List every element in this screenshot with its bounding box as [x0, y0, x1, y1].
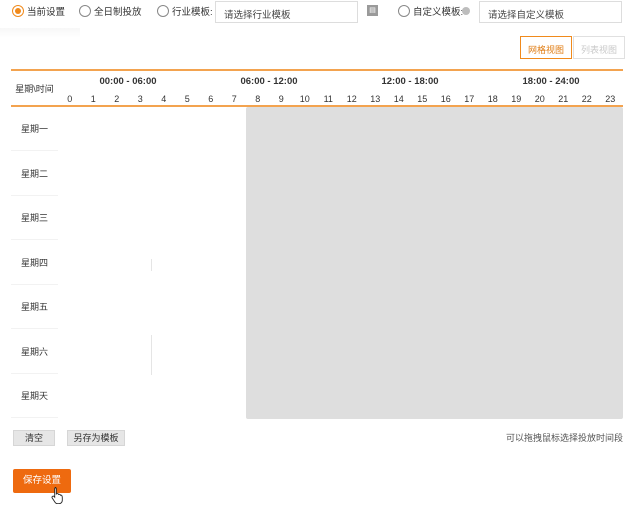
schedule-header: 星期\时间 00:00 - 06:00 06:00 - 12:00 12:00 …	[11, 69, 623, 107]
hour-label: 23	[605, 94, 616, 104]
weekday-label: 星期三	[11, 196, 58, 240]
weekday-label: 星期二	[11, 152, 58, 196]
time-range-label: 06:00 - 12:00	[240, 76, 298, 87]
custom-template-info-icon	[462, 7, 470, 15]
radio-label: 自定义模板:	[413, 7, 464, 18]
hour-label: 7	[231, 94, 237, 104]
hour-label: 14	[393, 94, 404, 104]
hour-label: 10	[299, 94, 310, 104]
clear-button[interactable]: 清空	[13, 430, 55, 446]
hour-label: 2	[114, 94, 120, 104]
decorative-strip	[0, 28, 80, 38]
hour-label: 1	[90, 94, 96, 104]
radio-custom-template[interactable]: 自定义模板:	[398, 4, 463, 18]
hour-label: 8	[255, 94, 261, 104]
hour-label: 6	[208, 94, 214, 104]
drag-hint-text: 可以拖拽鼠标选择投放时间段	[505, 433, 623, 443]
grid-divider	[151, 259, 152, 271]
hour-label: 12	[346, 94, 357, 104]
hour-label: 13	[370, 94, 381, 104]
radio-dot	[12, 5, 24, 17]
list-view-button[interactable]: 列表视图	[573, 36, 626, 59]
time-range-label: 00:00 - 06:00	[99, 76, 157, 87]
radio-current-setting[interactable]: 当前设置	[12, 4, 65, 18]
hour-label: 18	[487, 94, 498, 104]
hour-label: 16	[440, 94, 451, 104]
weekday-label: 星期六	[11, 330, 58, 374]
hour-label: 9	[278, 94, 284, 104]
template-options-row: 当前设置 全日制投放 行业模板: 请选择行业模板 ▤ 自定义模板: 请选择自定义…	[0, 0, 637, 26]
hour-label: 20	[534, 94, 545, 104]
hour-label: 0	[67, 94, 73, 104]
hour-label: 17	[464, 94, 475, 104]
hour-label: 19	[511, 94, 522, 104]
hand-cursor-icon	[51, 487, 63, 504]
industry-template-select[interactable]: 请选择行业模板	[215, 1, 358, 23]
hour-label: 4	[161, 94, 167, 104]
radio-dot	[157, 5, 169, 17]
hour-label: 22	[581, 94, 592, 104]
time-range-label: 12:00 - 18:00	[381, 76, 439, 87]
save-as-template-button[interactable]: 另存为模板	[67, 430, 125, 446]
weekday-label: 星期五	[11, 285, 58, 329]
hour-label: 21	[558, 94, 569, 104]
radio-all-day[interactable]: 全日制投放	[79, 4, 142, 18]
hour-label: 5	[184, 94, 190, 104]
radio-industry-template[interactable]: 行业模板:	[157, 4, 213, 18]
radio-label: 全日制投放	[94, 7, 142, 18]
hour-label: 15	[417, 94, 428, 104]
radio-dot	[398, 5, 410, 17]
hour-label: 11	[323, 94, 333, 104]
weekday-label: 星期一	[11, 107, 58, 151]
weekday-label: 星期四	[11, 241, 58, 285]
hour-label: 3	[137, 94, 143, 104]
grid-divider	[151, 335, 152, 375]
save-template-icon[interactable]: ▤	[367, 5, 378, 16]
weekday-time-corner: 星期\时间	[15, 84, 54, 94]
grid-view-button[interactable]: 网格视图	[520, 36, 573, 59]
radio-label: 行业模板:	[172, 7, 213, 18]
radio-label: 当前设置	[27, 7, 66, 18]
selected-time-block[interactable]	[246, 107, 623, 419]
schedule-grid[interactable]: 星期一 星期二 星期三 星期四 星期五 星期六 星期天	[11, 107, 623, 419]
time-range-label: 18:00 - 24:00	[522, 76, 580, 87]
weekday-label: 星期天	[11, 374, 58, 418]
custom-template-select[interactable]: 请选择自定义模板	[479, 1, 622, 23]
radio-dot	[79, 5, 91, 17]
